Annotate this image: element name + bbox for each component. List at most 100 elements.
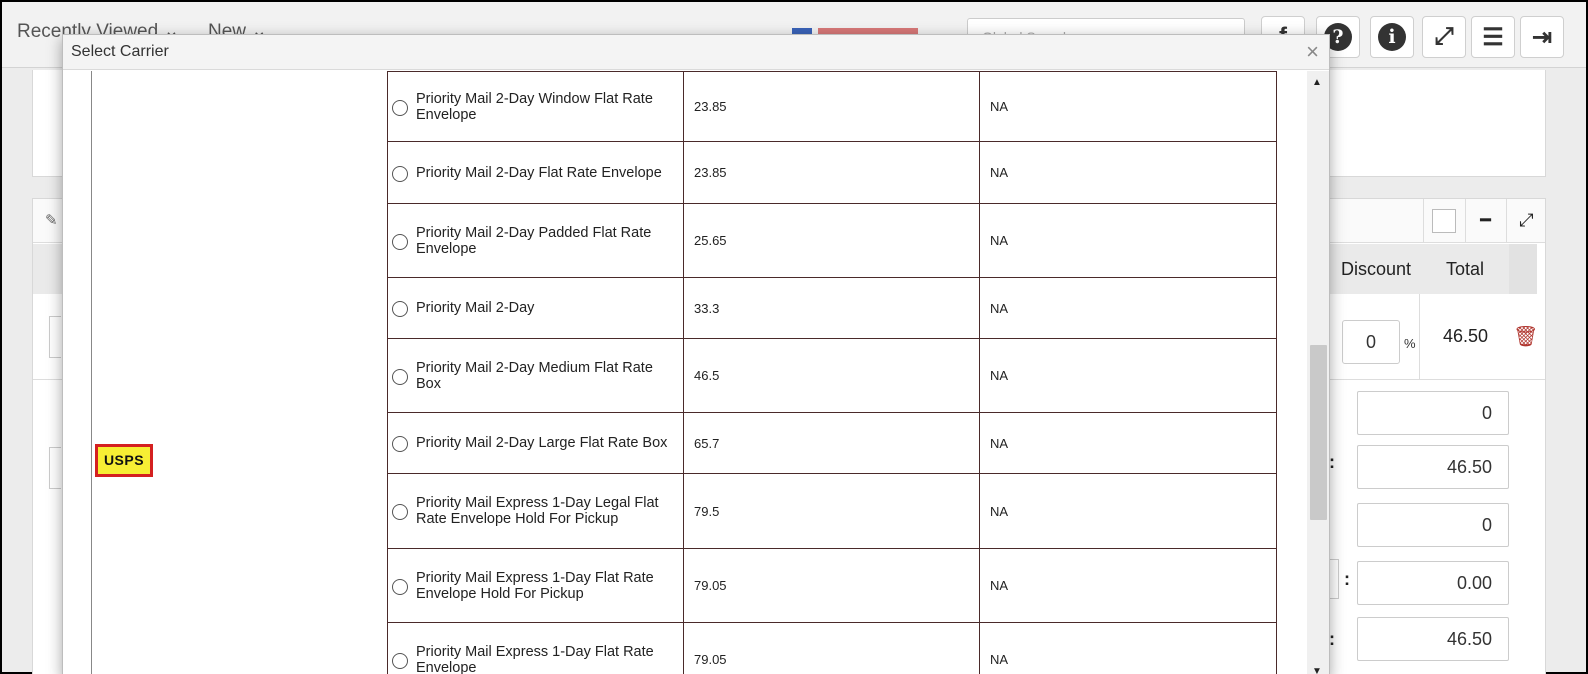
subtotal-input[interactable]: 46.50 (1357, 445, 1509, 489)
service-radio[interactable] (392, 165, 408, 182)
select-all-checkbox[interactable] (1423, 199, 1463, 242)
summary-input[interactable]: 0 (1357, 391, 1509, 435)
service-radio[interactable] (392, 578, 408, 595)
service-radio[interactable] (392, 301, 408, 317)
service-label: Priority Mail 2-Day (416, 300, 535, 316)
carrier-column: USPS (91, 71, 387, 674)
delivery-estimate-cell: NA (979, 141, 1277, 204)
rate-row[interactable]: Priority Mail 2-Day Window Flat Rate Env… (387, 71, 1277, 142)
collapse-icon[interactable]: ━ (1465, 199, 1505, 242)
service-label: Priority Mail Express 1-Day Flat Rate En… (416, 643, 654, 674)
delivery-estimate-cell: NA (979, 203, 1277, 278)
delivery-estimate-cell: NA (979, 412, 1277, 474)
discount-input[interactable]: 0 (1342, 320, 1400, 364)
service-radio[interactable] (392, 233, 408, 250)
trash-icon[interactable]: 🗑 (1513, 324, 1538, 349)
rate-cell: 46.5 (683, 338, 980, 413)
service-option[interactable]: Priority Mail 2-Day Large Flat Rate Box (392, 434, 677, 452)
modal-scrollbar[interactable]: ▲ ▼ (1307, 71, 1329, 674)
service-option[interactable]: Priority Mail Express 1-Day Legal Flat R… (392, 495, 677, 527)
service-label: Priority Mail 2-Day Large Flat Rate Box (416, 435, 668, 451)
rate-cell: 33.3 (683, 277, 980, 339)
service-label: Priority Mail Express 1-Day Flat Rate En… (416, 569, 654, 602)
service-cell: Priority Mail 2-Day Window Flat Rate Env… (387, 71, 684, 142)
delivery-estimate-cell: NA (979, 622, 1277, 674)
service-radio[interactable] (392, 368, 408, 385)
column-header-action (1509, 244, 1537, 294)
checkbox-box (1431, 208, 1456, 233)
maximize-icon[interactable]: ⤢ (1506, 199, 1546, 242)
scroll-down-arrow-icon[interactable]: ▼ (1312, 666, 1322, 674)
tax-select-edge[interactable] (1329, 559, 1339, 599)
scroll-thumb[interactable] (1310, 345, 1327, 520)
select-carrier-modal: Select Carrier × USPS Priority Mail 2-Da… (62, 34, 1330, 674)
rate-row[interactable]: Priority Mail Express 1-Day Flat Rate En… (387, 622, 1277, 674)
left-control-edge[interactable] (49, 447, 61, 489)
service-label: Priority Mail 2-Day Padded Flat Rate Env… (416, 224, 652, 257)
rate-cell: 79.5 (683, 473, 980, 549)
rate-row[interactable]: Priority Mail 2-Day Padded Flat Rate Env… (387, 203, 1277, 278)
service-radio[interactable] (392, 504, 408, 520)
delivery-estimate-cell: NA (979, 277, 1277, 339)
service-option[interactable]: Priority Mail 2-Day Padded Flat Rate Env… (392, 225, 677, 257)
service-cell: Priority Mail 2-Day Flat Rate Envelope (387, 141, 684, 204)
modal-body: USPS Priority Mail 2-Day Window Flat Rat… (63, 71, 1313, 674)
modal-header: Select Carrier × (63, 35, 1329, 70)
delivery-estimate-cell: NA (979, 338, 1277, 413)
rate-row[interactable]: Priority Mail 2-Day Large Flat Rate Box 6… (387, 412, 1277, 474)
service-label: Priority Mail 2-Day Medium Flat Rate Box (416, 359, 653, 392)
fullscreen-icon[interactable]: ⤢ (1422, 16, 1466, 58)
row-total: 46.50 (1419, 294, 1511, 380)
total-input[interactable]: 46.50 (1357, 617, 1509, 661)
menu-glyph: ☰ (1482, 23, 1504, 51)
rate-row[interactable]: Priority Mail 2-Day Flat Rate Envelope 23… (387, 141, 1277, 204)
service-cell: Priority Mail 2-Day Padded Flat Rate Env… (387, 203, 684, 278)
service-option[interactable]: Priority Mail Express 1-Day Flat Rate En… (392, 644, 677, 674)
rates-table: Priority Mail 2-Day Window Flat Rate Env… (387, 71, 1277, 674)
row-input-edge[interactable] (49, 316, 61, 358)
column-header-total: Total (1421, 244, 1509, 294)
service-cell: Priority Mail Express 1-Day Legal Flat R… (387, 473, 684, 549)
logout-glyph: ⇥ (1531, 23, 1553, 51)
column-header-discount: Discount (1331, 244, 1421, 294)
service-radio[interactable] (392, 652, 408, 669)
scroll-up-arrow-icon[interactable]: ▲ (1312, 77, 1322, 88)
rate-row[interactable]: Priority Mail Express 1-Day Flat Rate En… (387, 548, 1277, 623)
service-label: Priority Mail Express 1-Day Legal Flat R… (416, 495, 659, 527)
logout-icon[interactable]: ⇥ (1520, 16, 1564, 58)
service-label: Priority Mail 2-Day Window Flat Rate Env… (416, 90, 653, 123)
edit-icon[interactable]: ✎ (45, 211, 58, 229)
delivery-estimate-cell: NA (979, 71, 1277, 142)
expand-glyph: ⤢ (1434, 23, 1454, 50)
rate-row[interactable]: Priority Mail 2-Day 33.3 NA (387, 277, 1277, 339)
service-option[interactable]: Priority Mail 2-Day Medium Flat Rate Box (392, 360, 677, 392)
service-option[interactable]: Priority Mail 2-Day Window Flat Rate Env… (392, 91, 677, 123)
tax-input[interactable]: 0.00 (1357, 561, 1509, 605)
service-cell: Priority Mail 2-Day Large Flat Rate Box (387, 412, 684, 474)
info-icon[interactable]: i (1370, 16, 1414, 58)
service-option[interactable]: Priority Mail 2-Day Flat Rate Envelope (392, 164, 677, 182)
rate-row[interactable]: Priority Mail 2-Day Medium Flat Rate Box… (387, 338, 1277, 413)
delivery-estimate-cell: NA (979, 473, 1277, 549)
service-cell: Priority Mail 2-Day Medium Flat Rate Box (387, 338, 684, 413)
delivery-estimate-cell: NA (979, 548, 1277, 623)
rate-cell: 23.85 (683, 71, 980, 142)
shipping-input[interactable]: 0 (1357, 503, 1509, 547)
menu-icon[interactable]: ☰ (1471, 16, 1515, 58)
service-label: Priority Mail 2-Day Flat Rate Envelope (416, 164, 662, 181)
service-option[interactable]: Priority Mail Express 1-Day Flat Rate En… (392, 570, 677, 602)
percent-sign: % (1404, 336, 1416, 351)
service-cell: Priority Mail 2-Day (387, 277, 684, 339)
tax-label: : (1344, 569, 1350, 589)
rate-cell: 23.85 (683, 141, 980, 204)
close-icon[interactable]: × (1306, 41, 1319, 63)
service-radio[interactable] (392, 436, 408, 452)
rate-cell: 79.05 (683, 622, 980, 674)
rate-cell: 65.7 (683, 412, 980, 474)
service-cell: Priority Mail Express 1-Day Flat Rate En… (387, 548, 684, 623)
service-option[interactable]: Priority Mail 2-Day (392, 299, 677, 317)
info-glyph: i (1378, 23, 1406, 51)
carrier-badge-usps[interactable]: USPS (95, 444, 153, 477)
rate-row[interactable]: Priority Mail Express 1-Day Legal Flat R… (387, 473, 1277, 549)
service-radio[interactable] (392, 99, 408, 116)
